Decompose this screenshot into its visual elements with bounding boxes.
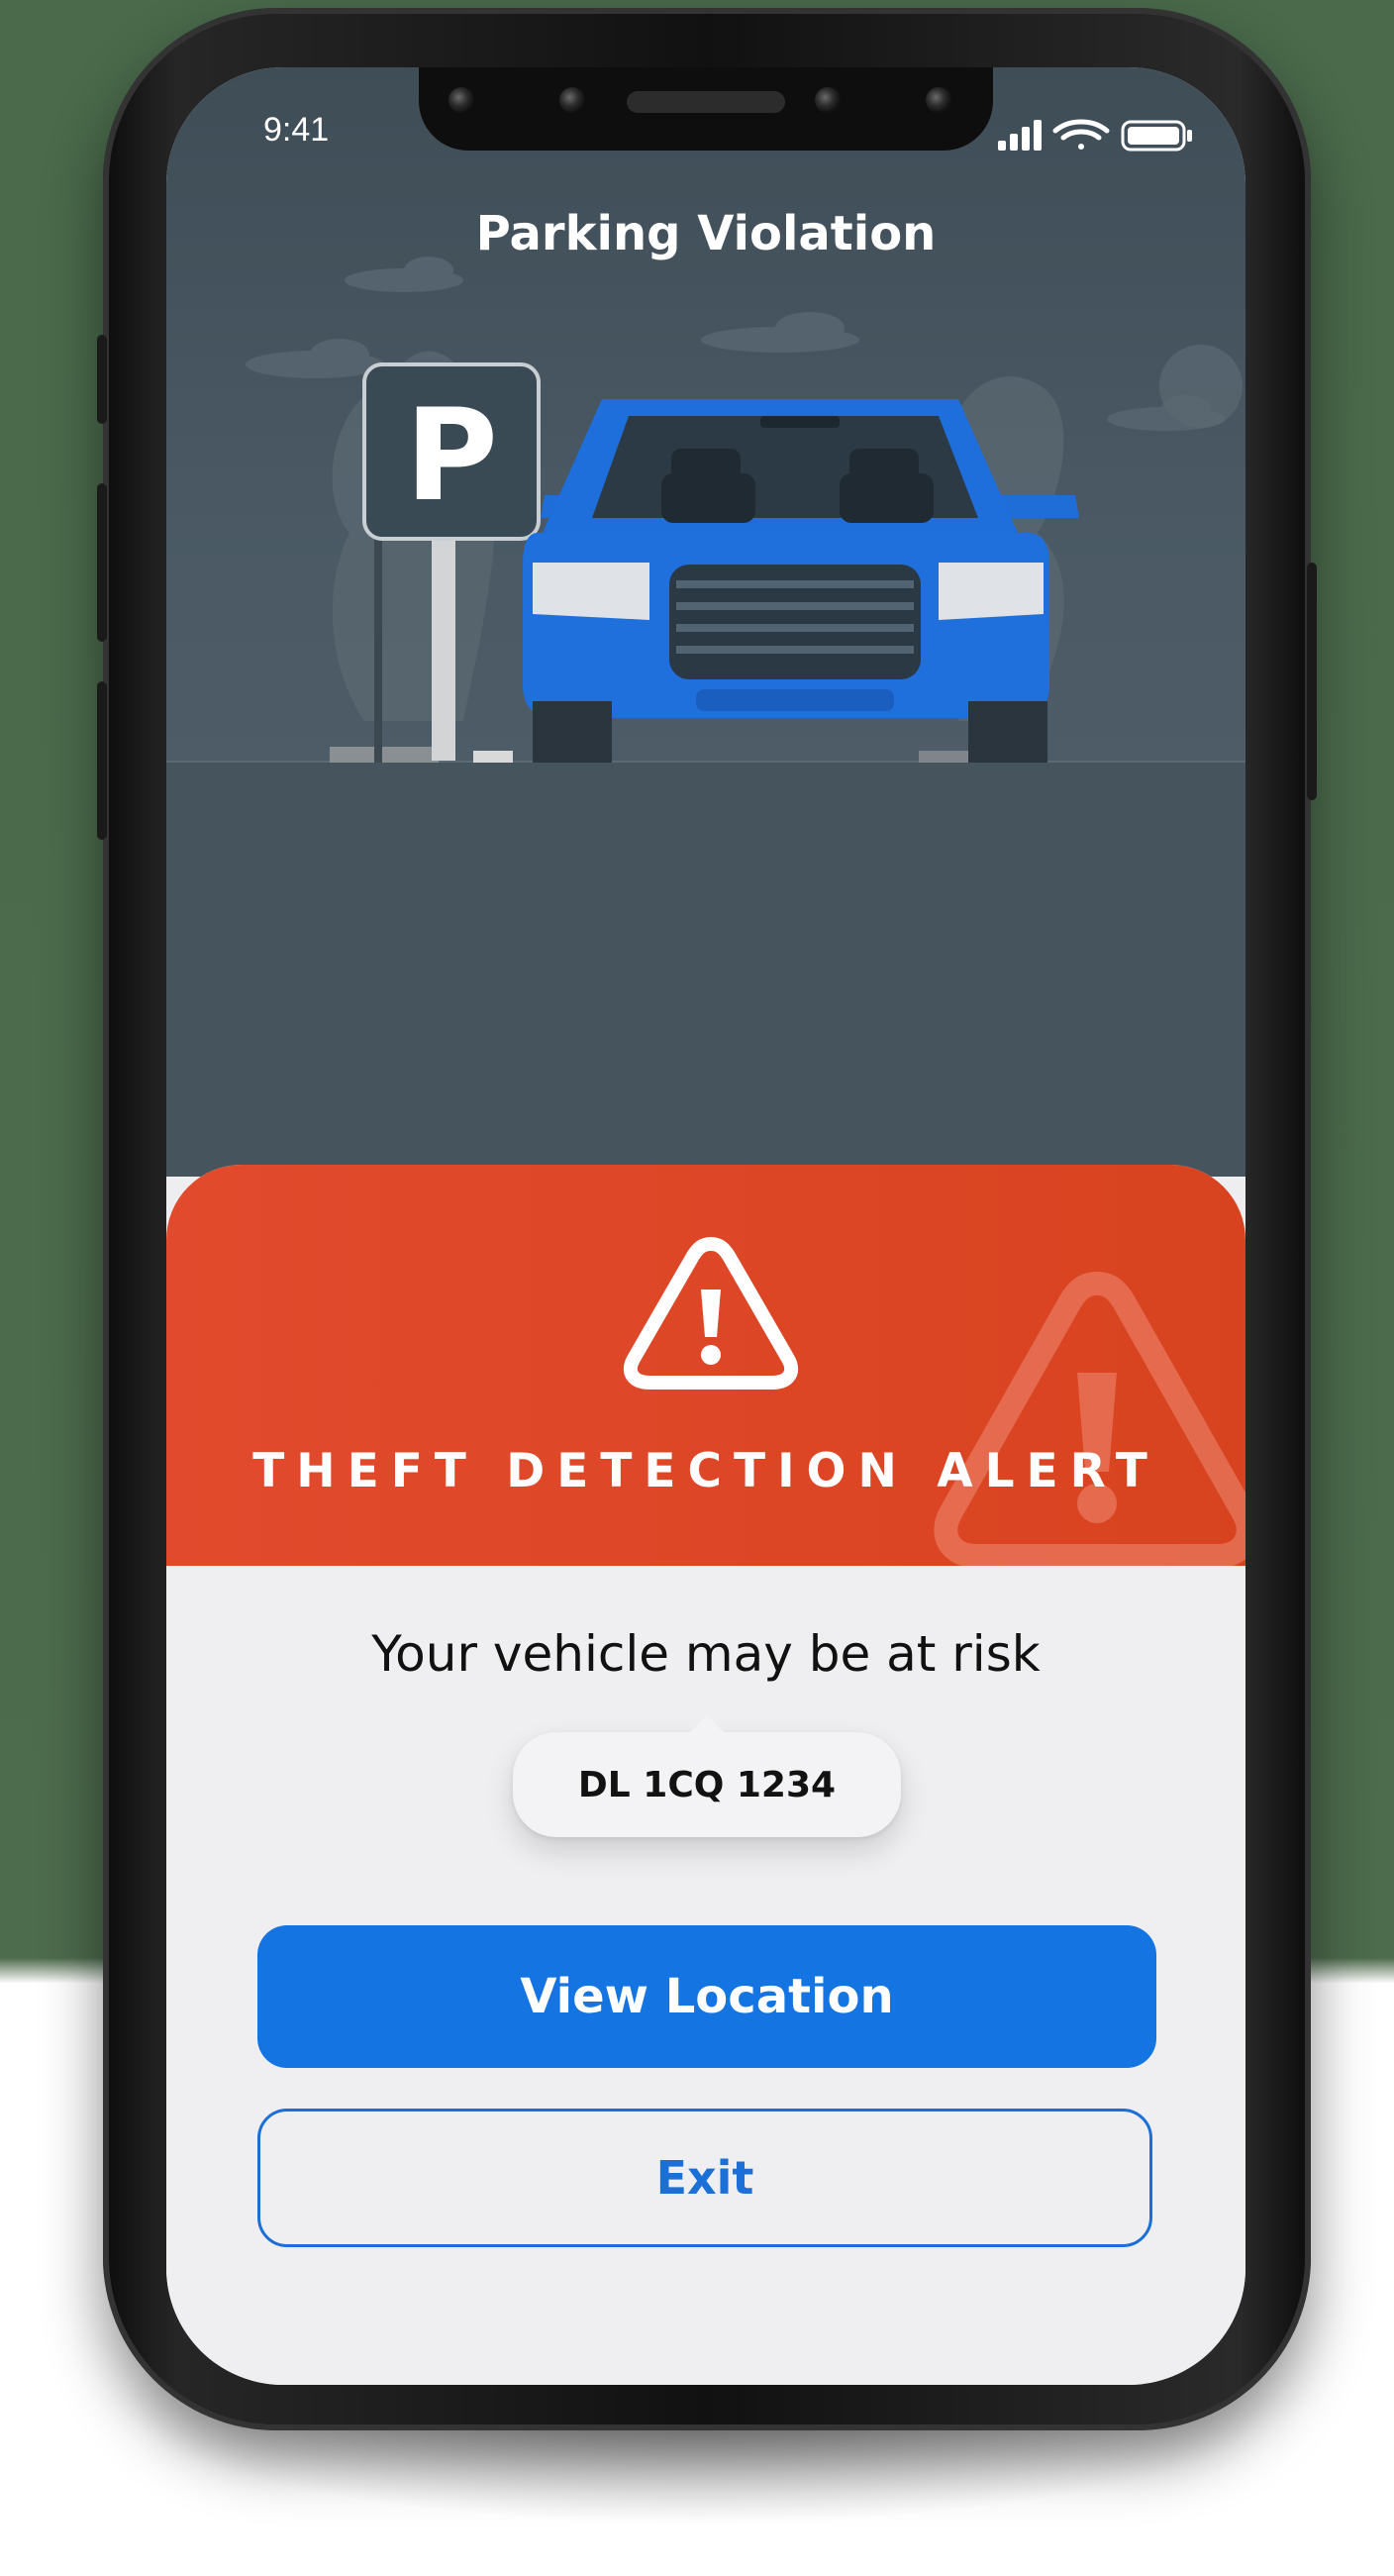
alert-banner: THEFT DETECTION ALERT (166, 1165, 1245, 1566)
page-title: Parking Violation (475, 206, 937, 261)
cellular-signal-icon (998, 120, 1042, 151)
proximity-sensor-icon (815, 87, 841, 113)
status-time: 9:41 (263, 111, 330, 149)
front-camera-icon (559, 87, 585, 113)
parking-sign-letter: P (405, 382, 498, 530)
mute-switch (97, 335, 107, 424)
volume-down-button (97, 681, 107, 840)
warning-triangle-icon (623, 1237, 799, 1390)
battery-icon (1121, 120, 1192, 152)
license-plate-number: DL 1CQ 1234 (577, 1764, 837, 1805)
alert-title: THEFT DETECTION ALERT (252, 1444, 1159, 1498)
status-icons (998, 117, 1196, 156)
phone-screen: P 9:41 Parking Violation THEFT DETECTION… (166, 67, 1245, 2385)
background-warning-icon (934, 1271, 1245, 1566)
alert-message: Your vehicle may be at risk (371, 1625, 1041, 1683)
exit-button[interactable]: Exit (257, 2109, 1152, 2247)
camera-notch (419, 67, 993, 151)
volume-up-button (97, 483, 107, 642)
view-location-button[interactable]: View Location (257, 1925, 1156, 2068)
alert-card: THEFT DETECTION ALERT Your vehicle may b… (166, 1165, 1245, 2385)
license-plate-badge: DL 1CQ 1234 (513, 1732, 901, 1837)
wifi-icon (1052, 119, 1110, 150)
earpiece-speaker (627, 91, 785, 113)
sensor-icon (448, 87, 474, 113)
phone-frame: P 9:41 Parking Violation THEFT DETECTION… (97, 8, 1317, 2430)
face-id-icon (926, 87, 951, 113)
power-button (1307, 563, 1317, 800)
